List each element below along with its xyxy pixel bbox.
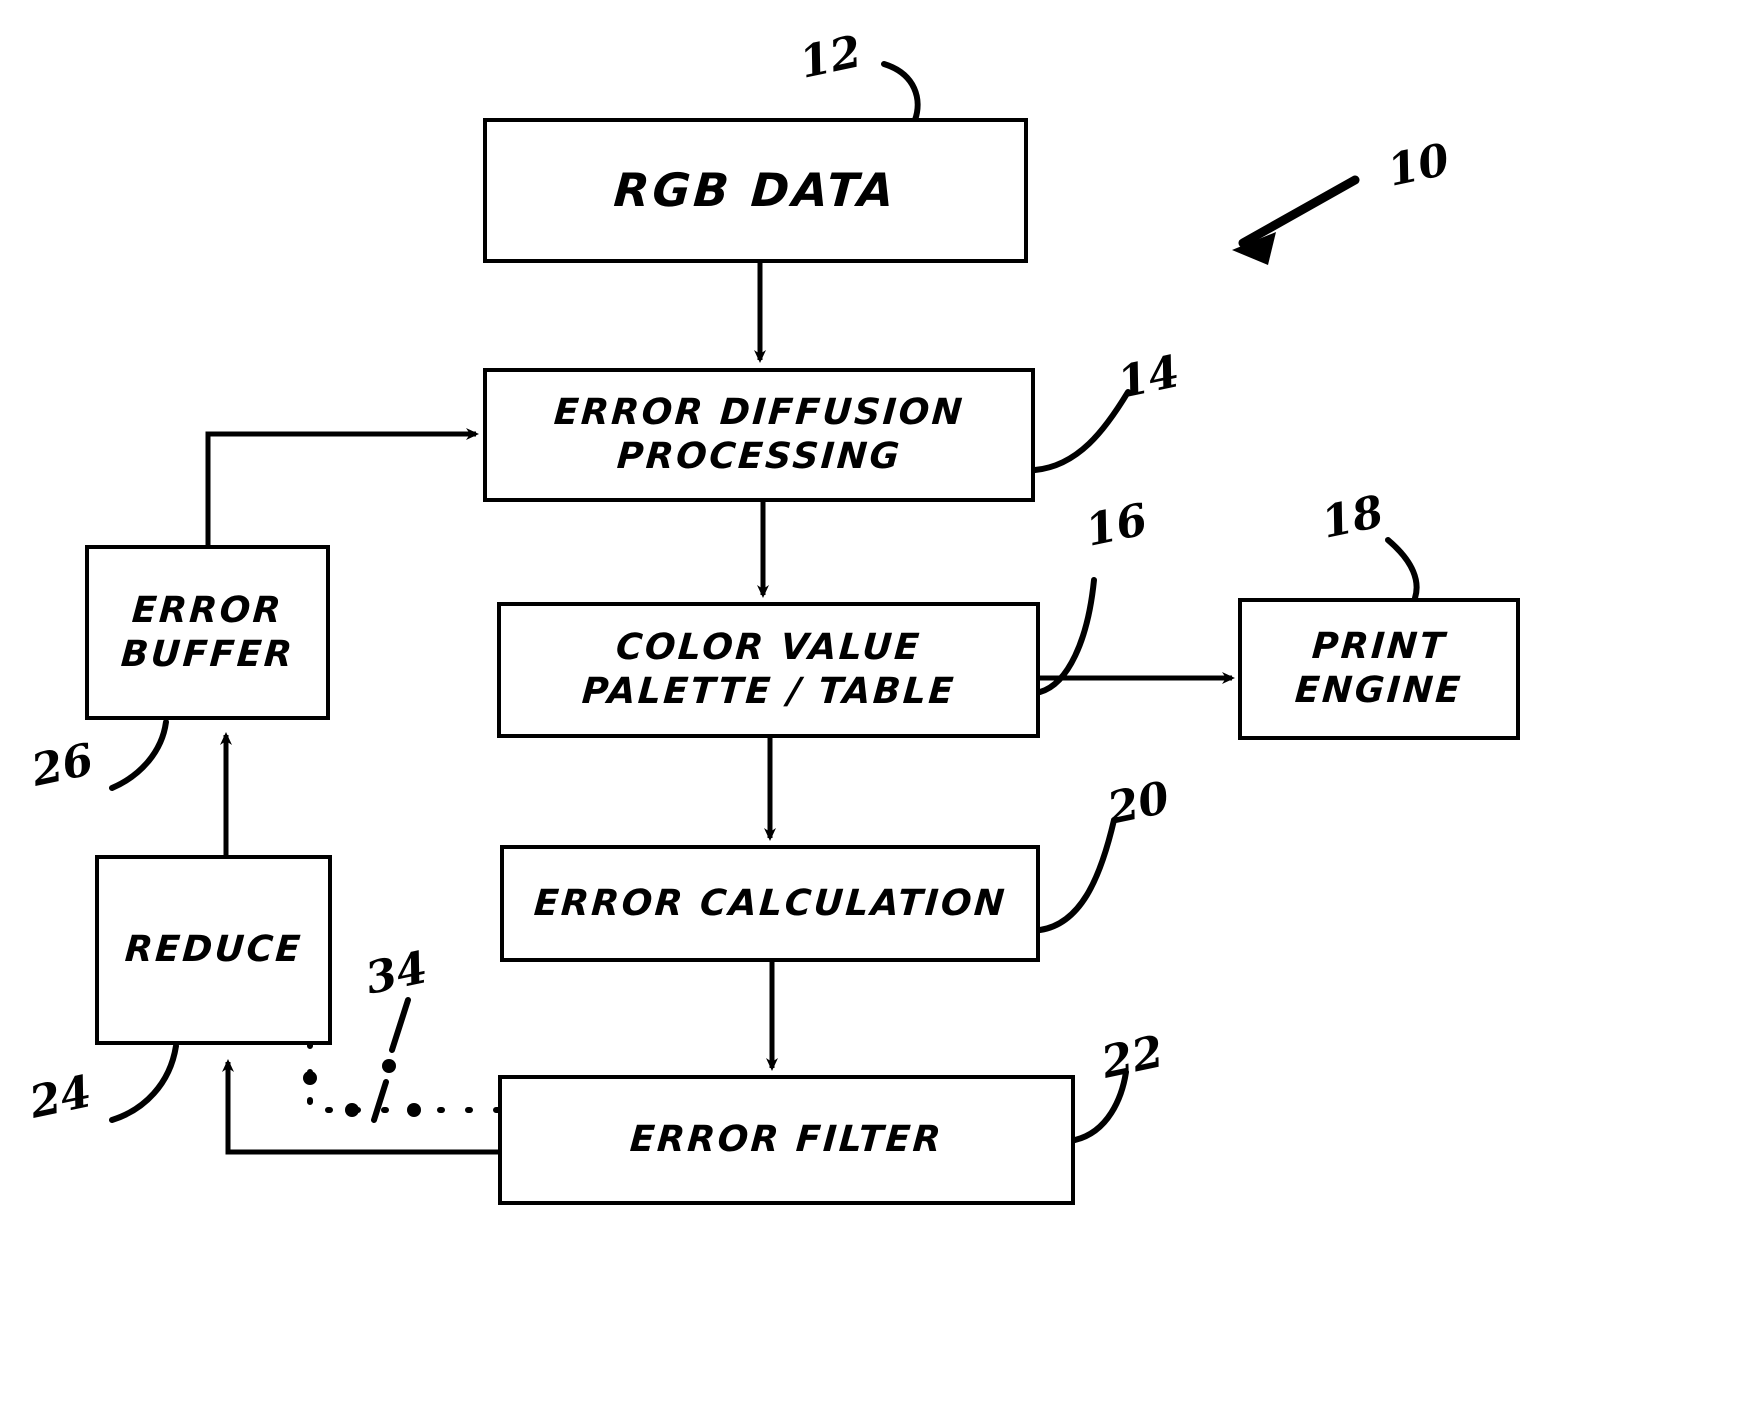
figure-canvas: RGB DATA ERROR DIFFUSION PROCESSING COLO… [0, 0, 1739, 1420]
block-rgb-data[interactable]: RGB DATA [483, 118, 1028, 263]
block-label: REDUCE [123, 929, 304, 971]
block-error-diffusion-processing[interactable]: ERROR DIFFUSION PROCESSING [483, 368, 1035, 502]
leader-line-16 [1037, 577, 1097, 695]
block-error-filter[interactable]: ERROR FILTER [498, 1075, 1075, 1205]
connector-dashdot-34 [307, 1042, 501, 1113]
block-label-line-2: BUFFER [119, 633, 296, 675]
block-color-value-palette-table[interactable]: COLOR VALUE PALETTE / TABLE [497, 602, 1040, 738]
block-label-line-2: PROCESSING [615, 436, 903, 477]
reference-numeral-26: 26 [27, 734, 98, 797]
leader-line-24 [109, 1043, 179, 1123]
system-pointer-arrow-10 [1238, 175, 1360, 248]
block-label-line-1: ERROR DIFFUSION [552, 392, 966, 434]
reference-numeral-24: 24 [25, 1066, 96, 1129]
reference-numeral-10: 10 [1383, 134, 1454, 197]
connector-errorbuffer-to-diffusion [205, 428, 479, 545]
leader-line-26 [109, 719, 169, 791]
reference-numeral-12: 12 [795, 26, 866, 89]
reference-numeral-22: 22 [1097, 1026, 1168, 1089]
leader-34-dot [382, 1059, 396, 1073]
leader-line-18 [1385, 537, 1420, 601]
block-error-calculation[interactable]: ERROR CALCULATION [500, 845, 1040, 962]
dashdot-dot [345, 1103, 359, 1117]
block-label-line-1: ERROR [130, 589, 285, 631]
reference-numeral-16: 16 [1081, 494, 1152, 557]
block-label: RGB DATA [612, 163, 899, 218]
block-label-line-1: PRINT [1310, 626, 1448, 668]
block-label: ERROR CALCULATION [532, 882, 1008, 924]
reference-numeral-34: 34 [361, 942, 432, 1005]
leader-line-34 [371, 997, 411, 1123]
block-error-buffer[interactable]: ERROR BUFFER [85, 545, 330, 720]
block-label-line-2: ENGINE [1293, 670, 1465, 711]
dashdot-dot [407, 1103, 421, 1117]
leader-line-20 [1037, 817, 1117, 933]
leader-line-12 [881, 61, 921, 123]
dashdot-dot [303, 1071, 317, 1085]
connector-errorfilter-to-reduce [222, 1059, 498, 1155]
block-label-line-1: COLOR VALUE [614, 627, 923, 669]
block-reduce[interactable]: REDUCE [95, 855, 332, 1045]
reference-numeral-20: 20 [1103, 772, 1174, 835]
system-pointer-arrowhead-10 [1232, 232, 1276, 265]
leader-line-14 [1032, 389, 1131, 473]
block-print-engine[interactable]: PRINT ENGINE [1238, 598, 1520, 740]
reference-numeral-14: 14 [1113, 346, 1184, 409]
block-label: ERROR FILTER [628, 1119, 945, 1161]
reference-numeral-18: 18 [1317, 486, 1388, 549]
block-label-line-2: PALETTE / TABLE [580, 671, 957, 712]
